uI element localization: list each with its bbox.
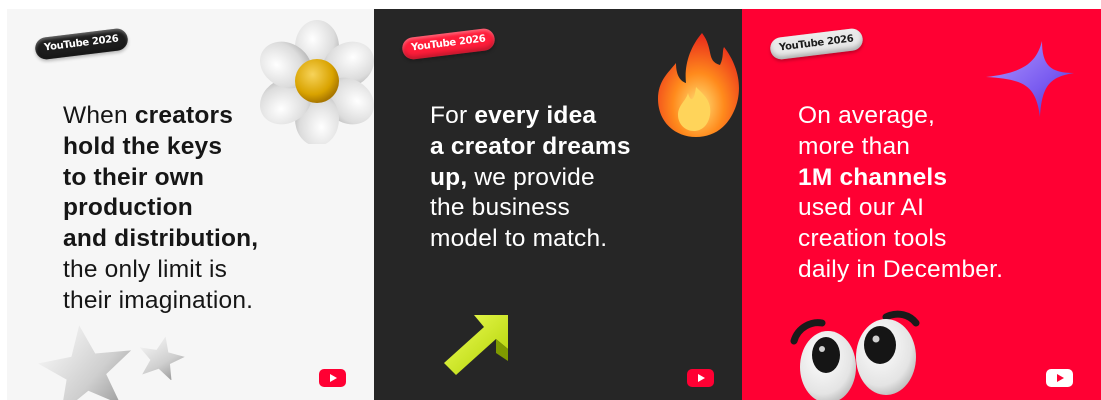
youtube-logo-icon (319, 369, 346, 387)
year-badge: YouTube 2026 (34, 27, 129, 61)
headline-bold-text: 1M channels (798, 163, 948, 191)
headline-text: the only limit is (63, 255, 228, 283)
headline-text: we provide (467, 163, 595, 191)
headline-text: When (63, 102, 135, 129)
year-badge: YouTube 2026 (401, 27, 496, 61)
panel-creators: YouTube 2026 When creators hold the keys… (7, 9, 374, 400)
headline-text: the business (430, 194, 570, 222)
headline-text: more than (798, 132, 911, 160)
headline-text: creation tools (798, 225, 947, 253)
youtube-logo-icon (1046, 369, 1073, 387)
headline-text: used our AI (798, 194, 925, 222)
headline-bold-text: a creator dreams (430, 132, 631, 160)
headline-bold-text: creators (134, 102, 234, 129)
panel-headline: When creators hold the keys to their own… (63, 101, 363, 317)
panel-business-model: YouTube 2026 For every idea a creator dr… (374, 9, 742, 400)
star-icon (38, 325, 132, 400)
headline-bold-text: every idea (474, 102, 597, 129)
headline-text: daily in December. (798, 255, 1004, 283)
eyes-icon (790, 310, 920, 400)
headline-bold-text: hold the keys (63, 132, 223, 160)
headline-text: For (430, 102, 475, 129)
panel-headline: On average, more than 1M channels used o… (798, 101, 1098, 286)
headline-bold-text: to their own (63, 163, 205, 191)
headline-bold-text: and distribution, (63, 225, 259, 253)
headline-bold-text: up, (430, 163, 468, 191)
arrow-up-right-icon (444, 315, 508, 375)
panel-headline: For every idea a creator dreams up, we p… (430, 101, 730, 255)
headline-bold-text: production (63, 194, 193, 222)
youtube-logo-icon (687, 369, 714, 387)
year-badge: YouTube 2026 (769, 27, 864, 61)
headline-text: model to match. (430, 225, 608, 253)
small-star-icon (139, 336, 185, 380)
headline-text: On average, (798, 102, 936, 129)
headline-text: their imagination. (63, 286, 254, 314)
carousel-strip: YouTube 2026 When creators hold the keys… (7, 9, 1101, 400)
panel-ai-tools: YouTube 2026 On average, more than 1M ch… (742, 9, 1101, 400)
